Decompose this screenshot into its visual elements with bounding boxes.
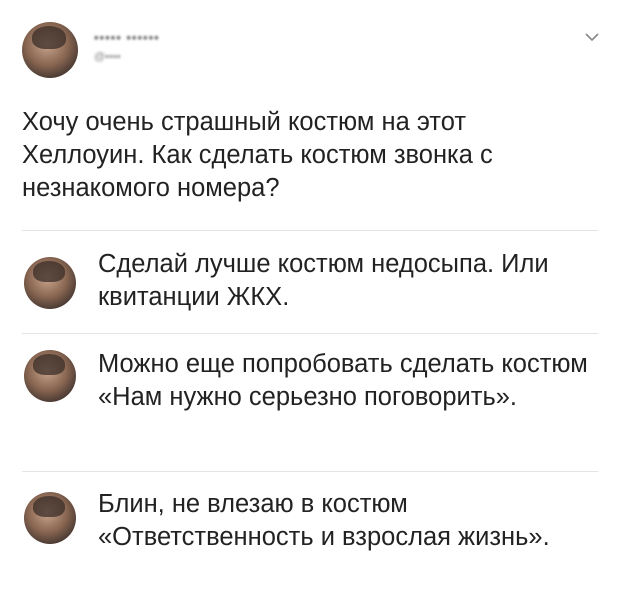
- reply-avatar[interactable]: [24, 257, 76, 309]
- reply-avatar[interactable]: [24, 350, 76, 402]
- reply-text: Сделай лучше костюм недосыпа. Или квитан…: [98, 250, 549, 311]
- author-handle[interactable]: @••••: [94, 51, 121, 63]
- divider: [22, 230, 598, 231]
- author-avatar[interactable]: [22, 22, 78, 78]
- divider: [22, 333, 598, 334]
- divider: [22, 471, 598, 472]
- author-name[interactable]: ••••• ••••••: [94, 30, 160, 45]
- reply-text: Можно еще попробовать сделать костюм «На…: [98, 350, 588, 411]
- post-text: Хочу очень страшный костюм на этот Хелло…: [22, 108, 493, 202]
- reply-avatar[interactable]: [24, 492, 76, 544]
- reply-text: Блин, не влезаю в костюм «Ответственност…: [98, 490, 550, 551]
- chevron-down-icon[interactable]: [582, 30, 602, 44]
- post-header: ••••• •••••• @••••: [22, 18, 602, 88]
